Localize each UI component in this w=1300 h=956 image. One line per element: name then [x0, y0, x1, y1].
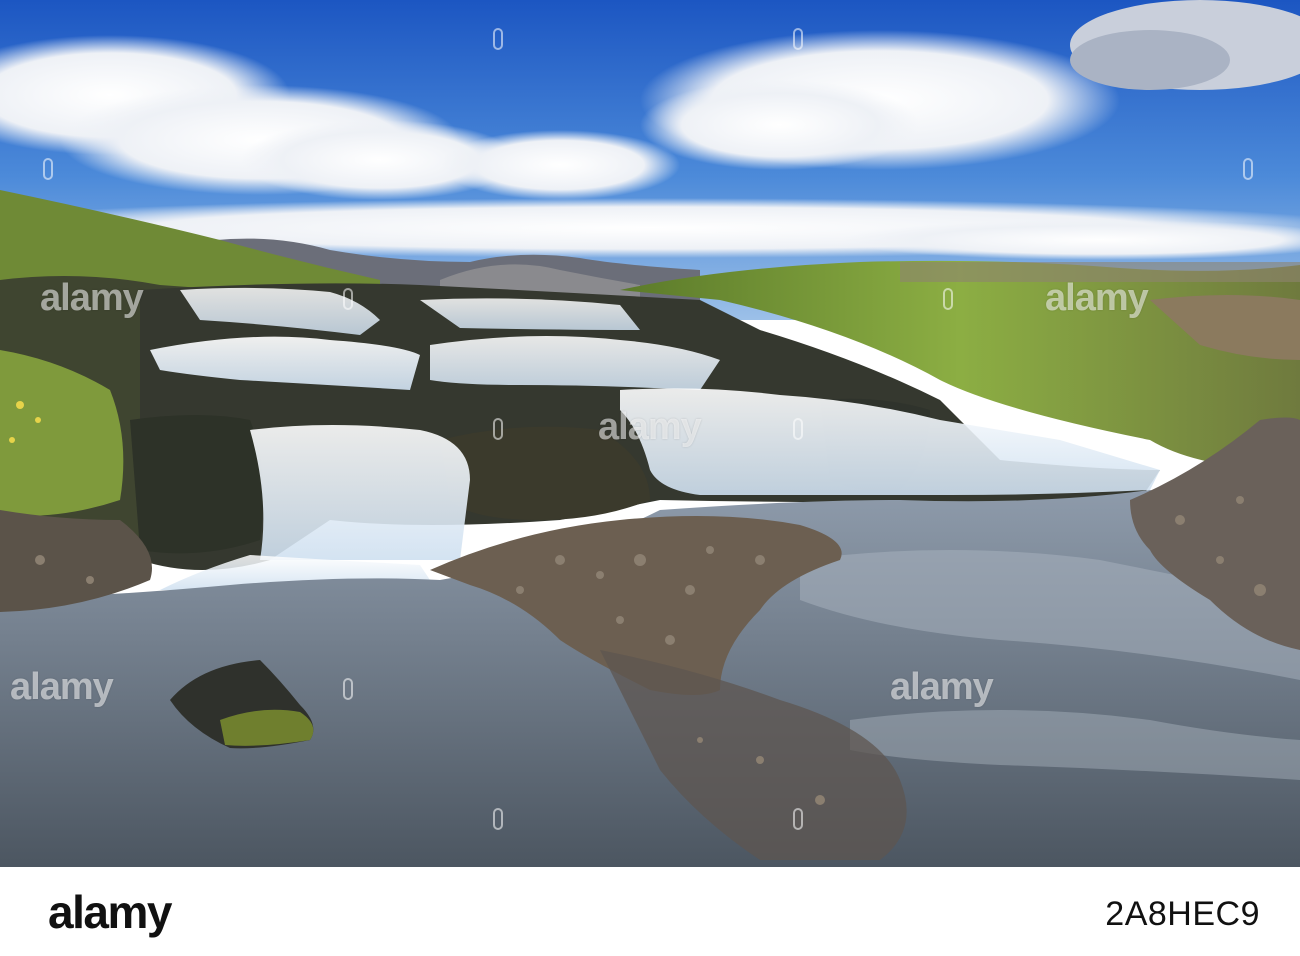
image-id: 2A8HEC9: [1105, 895, 1260, 933]
page: alamy alamy alamy alamy alamy alamy 2A8H…: [0, 0, 1300, 956]
waterfall-scene: [0, 0, 1300, 867]
landscape-photo: alamy alamy alamy alamy alamy: [0, 0, 1300, 867]
alamy-logo: alamy: [48, 886, 172, 938]
footer-bar: alamy 2A8HEC9: [0, 867, 1300, 956]
